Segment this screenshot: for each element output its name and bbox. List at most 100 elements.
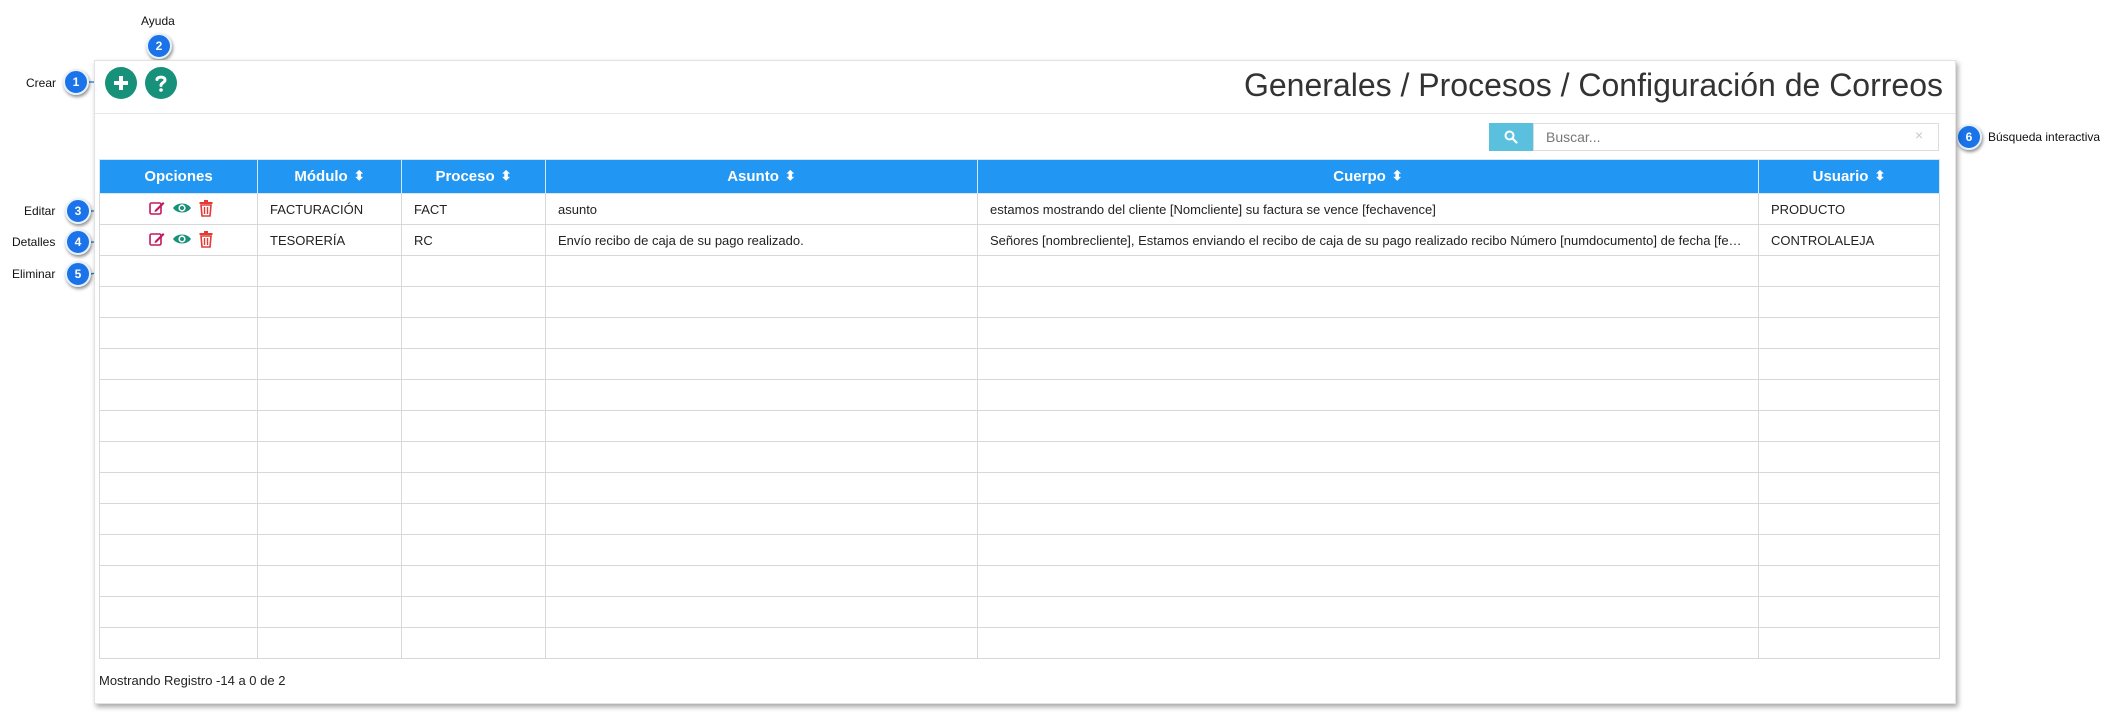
- empty-cell: [545, 596, 978, 628]
- empty-cell: [257, 255, 402, 287]
- empty-cell: [257, 441, 402, 473]
- empty-cell: [1758, 348, 1940, 380]
- cell-modulo: TESORERÍA: [257, 224, 402, 256]
- search-icon: [1504, 130, 1518, 144]
- column-header-asunto[interactable]: Asunto ⬍: [545, 159, 978, 194]
- empty-cell: [1758, 503, 1940, 535]
- edit-icon[interactable]: [148, 199, 166, 220]
- empty-cell: [977, 348, 1759, 380]
- empty-cell: [257, 472, 402, 504]
- empty-cell: [1758, 410, 1940, 442]
- empty-table-row: [99, 627, 1940, 659]
- empty-cell: [401, 379, 546, 411]
- empty-cell: [977, 317, 1759, 349]
- empty-cell: [99, 441, 258, 473]
- sort-icon: ⬍: [784, 168, 796, 183]
- help-button[interactable]: [145, 67, 177, 99]
- callout-badge-5: 5: [65, 261, 91, 287]
- search-clear-icon[interactable]: ×: [1915, 127, 1923, 143]
- empty-table-row: [99, 348, 1940, 380]
- pagination-info: Mostrando Registro -14 a 0 de 2: [99, 673, 286, 688]
- empty-cell: [99, 348, 258, 380]
- trash-icon[interactable]: [198, 199, 214, 220]
- empty-cell: [977, 565, 1759, 597]
- empty-cell: [1758, 441, 1940, 473]
- empty-cell: [545, 472, 978, 504]
- empty-cell: [401, 348, 546, 380]
- empty-table-row: [99, 286, 1940, 318]
- empty-cell: [257, 348, 402, 380]
- trash-icon[interactable]: [198, 230, 214, 251]
- empty-cell: [99, 534, 258, 566]
- empty-table-row: [99, 317, 1940, 349]
- eye-icon[interactable]: [172, 199, 192, 220]
- empty-cell: [257, 317, 402, 349]
- empty-cell: [257, 286, 402, 318]
- empty-cell: [401, 503, 546, 535]
- empty-table-row: [99, 503, 1940, 535]
- table-header-row: Opciones Módulo ⬍ Proceso ⬍ Asunto ⬍ Cuerpo…: [99, 159, 1940, 194]
- empty-cell: [1758, 317, 1940, 349]
- empty-cell: [99, 286, 258, 318]
- search-input[interactable]: [1533, 123, 1939, 151]
- cell-proceso: RC: [401, 224, 546, 256]
- callout-label-ayuda: Ayuda: [141, 14, 175, 28]
- empty-cell: [1758, 472, 1940, 504]
- empty-cell: [1758, 627, 1940, 659]
- sort-icon: ⬍: [1874, 168, 1886, 183]
- callout-badge-2: 2: [146, 33, 172, 59]
- callout-label-detalles: Detalles: [12, 235, 56, 249]
- empty-cell: [257, 503, 402, 535]
- empty-cell: [401, 317, 546, 349]
- empty-table-row: [99, 472, 1940, 504]
- empty-cell: [257, 534, 402, 566]
- empty-cell: [99, 472, 258, 504]
- header-divider: [95, 113, 1955, 114]
- table-row[interactable]: TESORERÍA RC Envío recibo de caja de su pa…: [99, 224, 1940, 256]
- empty-cell: [257, 565, 402, 597]
- cell-cuerpo: estamos mostrando del cliente [Nomclient…: [977, 193, 1759, 225]
- sort-icon: ⬍: [500, 168, 512, 183]
- cell-proceso: FACT: [401, 193, 546, 225]
- search-button[interactable]: [1489, 123, 1533, 151]
- empty-cell: [977, 286, 1759, 318]
- column-header-cuerpo[interactable]: Cuerpo ⬍: [977, 159, 1759, 194]
- column-header-usuario[interactable]: Usuario ⬍: [1758, 159, 1940, 194]
- empty-cell: [545, 348, 978, 380]
- empty-cell: [257, 410, 402, 442]
- sort-icon: ⬍: [353, 168, 365, 183]
- empty-cell: [401, 596, 546, 628]
- empty-cell: [401, 441, 546, 473]
- sort-icon: ⬍: [1391, 168, 1403, 183]
- callout-label-eliminar: Eliminar: [12, 267, 56, 281]
- empty-cell: [545, 410, 978, 442]
- edit-icon[interactable]: [148, 230, 166, 251]
- empty-cell: [977, 596, 1759, 628]
- empty-cell: [1758, 596, 1940, 628]
- empty-cell: [99, 596, 258, 628]
- empty-table-row: [99, 565, 1940, 597]
- column-header-modulo[interactable]: Módulo ⬍: [257, 159, 402, 194]
- empty-cell: [1758, 286, 1940, 318]
- eye-icon[interactable]: [172, 230, 192, 251]
- empty-cell: [545, 503, 978, 535]
- empty-cell: [1758, 565, 1940, 597]
- table-row[interactable]: FACTURACIÓN FACT asunto estamos mostrando d…: [99, 193, 1940, 225]
- empty-cell: [977, 534, 1759, 566]
- records-table: Opciones Módulo ⬍ Proceso ⬍ Asunto ⬍ Cuerpo…: [99, 159, 1940, 659]
- callout-badge-4: 4: [65, 229, 91, 255]
- create-button[interactable]: [105, 67, 137, 99]
- plus-icon: [114, 76, 128, 90]
- cell-usuario: PRODUCTO: [1758, 193, 1940, 225]
- column-header-opciones: Opciones: [99, 159, 258, 194]
- empty-cell: [257, 596, 402, 628]
- empty-cell: [401, 286, 546, 318]
- column-header-proceso[interactable]: Proceso ⬍: [401, 159, 546, 194]
- cell-asunto: Envío recibo de caja de su pago realizad…: [545, 224, 978, 256]
- main-panel: Generales / Procesos / Configuración de …: [94, 60, 1956, 704]
- empty-table-row: [99, 596, 1940, 628]
- empty-cell: [545, 317, 978, 349]
- empty-cell: [545, 534, 978, 566]
- empty-cell: [1758, 255, 1940, 287]
- empty-cell: [545, 379, 978, 411]
